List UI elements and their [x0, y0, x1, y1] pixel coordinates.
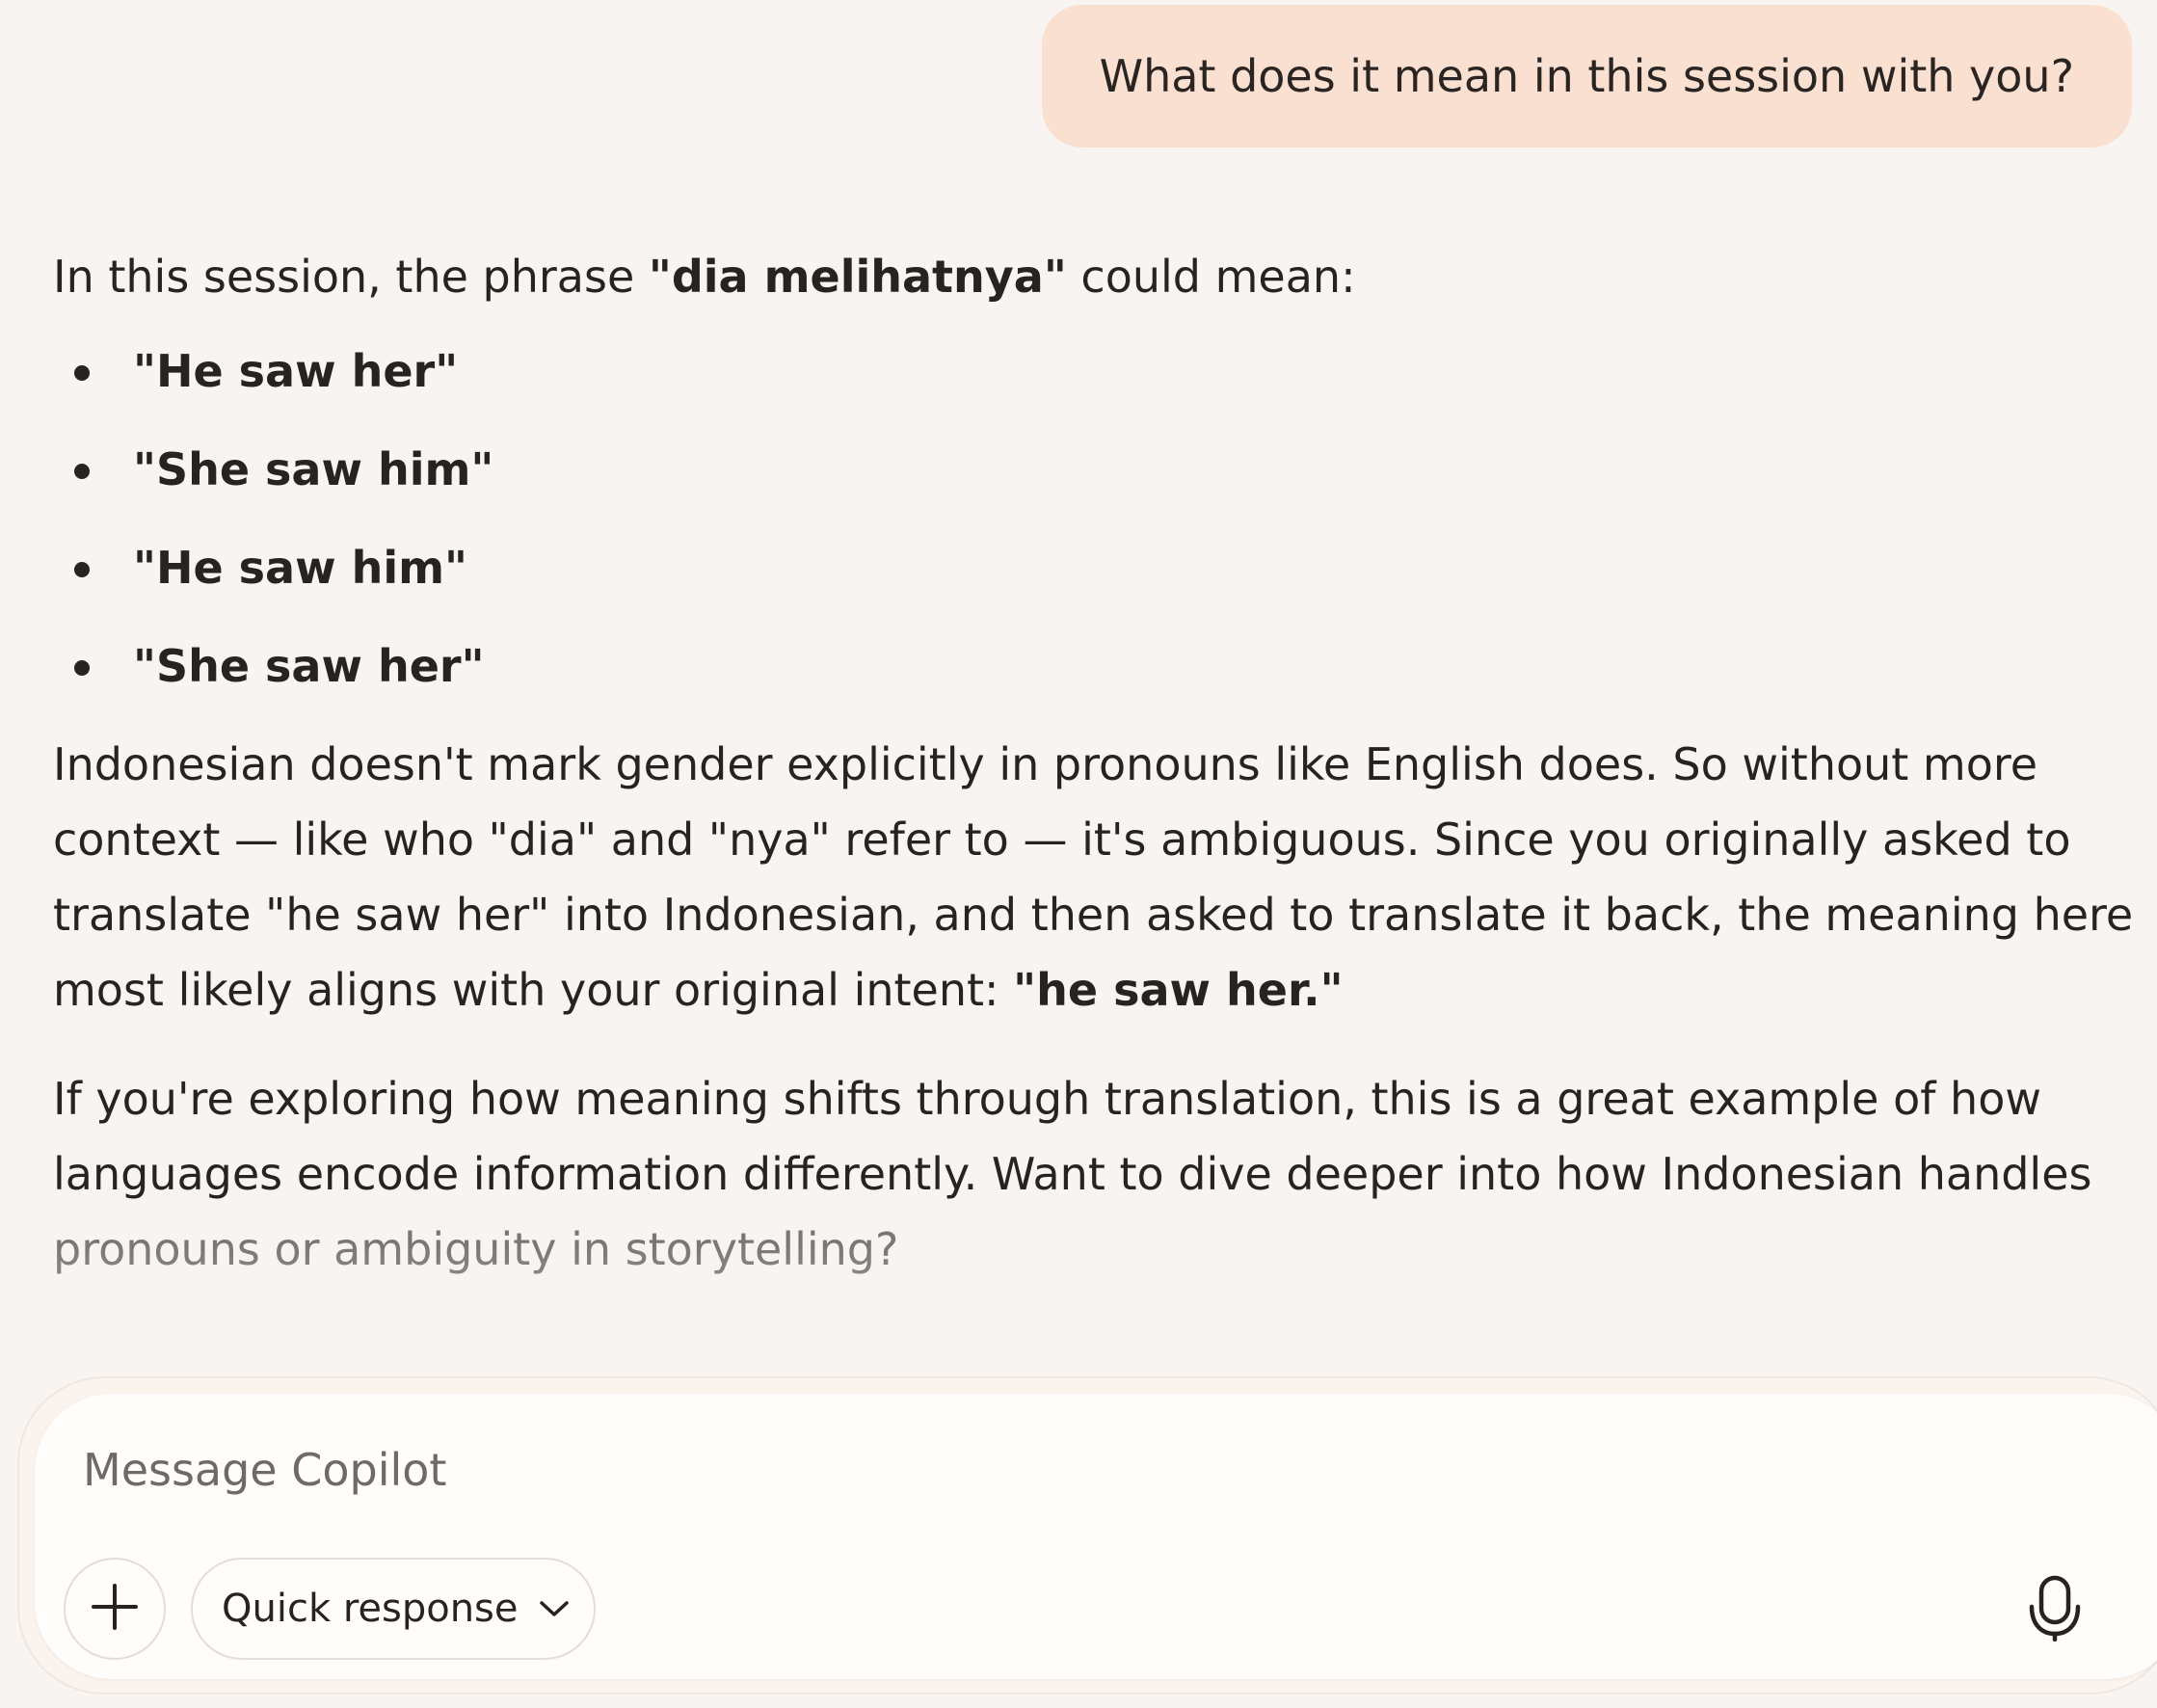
list-item-text: "She saw her"	[133, 640, 485, 692]
bullet-icon	[74, 365, 90, 381]
voice-input-button[interactable]	[2009, 1563, 2101, 1656]
add-attachment-button[interactable]	[64, 1558, 166, 1660]
list-item-text: "He saw her"	[133, 345, 459, 397]
list-item-text: "He saw him"	[133, 542, 468, 594]
intro-phrase: "dia melihatnya"	[648, 251, 1067, 303]
message-composer: Quick response	[35, 1394, 2157, 1679]
explanation-bold: "he saw her."	[1013, 964, 1344, 1016]
intro-text-after: could mean:	[1066, 251, 1356, 303]
list-item-text: "She saw him"	[133, 443, 494, 495]
message-input[interactable]	[83, 1436, 2059, 1504]
plus-icon	[90, 1582, 140, 1636]
assistant-paragraph-followup: If you're exploring how meaning shifts t…	[53, 1061, 2144, 1287]
chat-area: What does it mean in this session with y…	[0, 0, 2157, 1388]
response-mode-dropdown[interactable]: Quick response	[191, 1558, 596, 1660]
followup-faded-text: pronouns or ambiguity in storytelling?	[53, 1223, 899, 1275]
bullet-icon	[74, 464, 90, 479]
meaning-list: "He saw her" "She saw him" "He saw him" …	[53, 334, 2144, 704]
list-item: "She saw her"	[53, 628, 2144, 704]
assistant-intro: In this session, the phrase "dia melihat…	[53, 239, 2144, 314]
user-message-text: What does it mean in this session with y…	[1099, 50, 2074, 102]
assistant-message: In this session, the phrase "dia melihat…	[53, 239, 2144, 1287]
user-message-bubble: What does it mean in this session with y…	[1041, 5, 2132, 147]
list-item: "She saw him"	[53, 432, 2144, 507]
assistant-paragraph-explanation: Indonesian doesn't mark gender explicitl…	[53, 727, 2144, 1027]
microphone-icon	[2026, 1574, 2084, 1645]
list-item: "He saw him"	[53, 530, 2144, 605]
chevron-down-icon	[538, 1598, 571, 1619]
bullet-icon	[74, 660, 90, 676]
followup-text: If you're exploring how meaning shifts t…	[53, 1073, 2092, 1200]
intro-text-before: In this session, the phrase	[53, 251, 649, 303]
bullet-icon	[74, 562, 90, 577]
list-item: "He saw her"	[53, 334, 2144, 409]
response-mode-label: Quick response	[222, 1587, 519, 1631]
